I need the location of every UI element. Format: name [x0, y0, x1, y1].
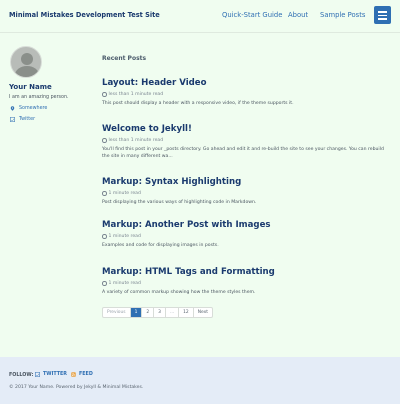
- post-excerpt: This post should display a header with a…: [102, 101, 294, 106]
- avatar-head: [21, 53, 33, 65]
- read-time: less than 1 minute read: [108, 138, 164, 143]
- post-title-link[interactable]: Welcome to Jekyll!: [102, 124, 192, 134]
- copyright-text: © 2017 Your Name. Powered by Jekyll & Mi…: [9, 385, 144, 390]
- post-excerpt: Post displaying the various ways of high…: [102, 200, 257, 205]
- footer-feed-label: FEED: [79, 372, 93, 377]
- nav-link-about[interactable]: About: [288, 11, 308, 19]
- read-time: less than 1 minute read: [108, 92, 164, 97]
- clock-icon: [102, 92, 107, 97]
- nav-link-sample-posts[interactable]: Sample Posts: [320, 11, 365, 19]
- pagination-page-12[interactable]: 12: [179, 308, 194, 317]
- page-footer: FOLLOW: TWITTER FEED © 2017 Your Name. P…: [0, 357, 400, 404]
- site-title-link[interactable]: Minimal Mistakes Development Test Site: [9, 11, 160, 19]
- location-label: Somewhere: [19, 106, 48, 111]
- pagination-page-1[interactable]: 1: [130, 308, 143, 317]
- post-item: Markup: HTML Tags and Formatting 1 minut…: [102, 259, 392, 296]
- pagination: Previous 1 2 3 ... 12 Next: [102, 307, 213, 318]
- pagination-page-3[interactable]: 3: [154, 308, 166, 317]
- hamburger-bar: [378, 11, 387, 13]
- map-marker-icon: [10, 106, 15, 111]
- post-excerpt: Examples and code for displaying images …: [102, 243, 219, 248]
- post-meta: 1 minute read: [102, 281, 392, 286]
- clock-icon: [102, 281, 107, 286]
- clock-icon: [102, 191, 107, 196]
- masthead: Minimal Mistakes Development Test Site Q…: [0, 0, 400, 33]
- pagination-previous: Previous: [103, 308, 131, 317]
- footer-twitter-label: TWITTER: [43, 372, 67, 377]
- author-avatar: [10, 46, 42, 78]
- author-twitter-link[interactable]: Twitter: [10, 117, 35, 122]
- hamburger-bar: [378, 18, 387, 20]
- pagination-ellipsis: ...: [166, 308, 180, 317]
- clock-icon: [102, 138, 107, 143]
- post-title-link[interactable]: Layout: Header Video: [102, 78, 207, 88]
- post-meta: 1 minute read: [102, 234, 392, 239]
- recent-posts-heading: Recent Posts: [102, 55, 147, 62]
- read-time: 1 minute read: [108, 281, 141, 286]
- avatar-shoulders: [15, 66, 39, 77]
- post-excerpt: You'll find this post in your _posts dir…: [102, 147, 384, 159]
- post-title-link[interactable]: Markup: HTML Tags and Formatting: [102, 267, 275, 277]
- post-meta: less than 1 minute read: [102, 92, 392, 97]
- hamburger-menu-button[interactable]: [374, 6, 391, 24]
- read-time: 1 minute read: [108, 191, 141, 196]
- post-meta: 1 minute read: [102, 191, 392, 196]
- author-bio: I am an amazing person.: [9, 95, 69, 100]
- post-item: Layout: Header Video less than 1 minute …: [102, 70, 392, 107]
- twitter-label: Twitter: [19, 117, 36, 122]
- twitter-square-icon: [35, 372, 40, 377]
- hamburger-bar: [378, 14, 387, 16]
- clock-icon: [102, 234, 107, 239]
- post-excerpt: A variety of common markup showing how t…: [102, 290, 256, 295]
- author-location: Somewhere: [10, 106, 47, 111]
- author-name: Your Name: [9, 83, 52, 91]
- footer-feed-link[interactable]: FEED: [71, 372, 93, 377]
- read-time: 1 minute read: [108, 234, 141, 239]
- post-item: Markup: Another Post with Images 1 minut…: [102, 212, 392, 249]
- post-title-link[interactable]: Markup: Another Post with Images: [102, 220, 271, 230]
- post-item: Markup: Syntax Highlighting 1 minute rea…: [102, 169, 392, 206]
- footer-twitter-link[interactable]: TWITTER: [35, 372, 67, 377]
- post-meta: less than 1 minute read: [102, 138, 392, 143]
- follow-label: FOLLOW:: [9, 373, 34, 378]
- pagination-page-2[interactable]: 2: [142, 308, 155, 317]
- post-item: Welcome to Jekyll! less than 1 minute re…: [102, 116, 392, 160]
- pagination-next[interactable]: Next: [194, 308, 212, 317]
- twitter-square-icon: [10, 117, 15, 122]
- post-title-link[interactable]: Markup: Syntax Highlighting: [102, 177, 241, 187]
- rss-square-icon: [71, 372, 76, 377]
- nav-link-quick-start[interactable]: Quick-Start Guide: [222, 11, 282, 19]
